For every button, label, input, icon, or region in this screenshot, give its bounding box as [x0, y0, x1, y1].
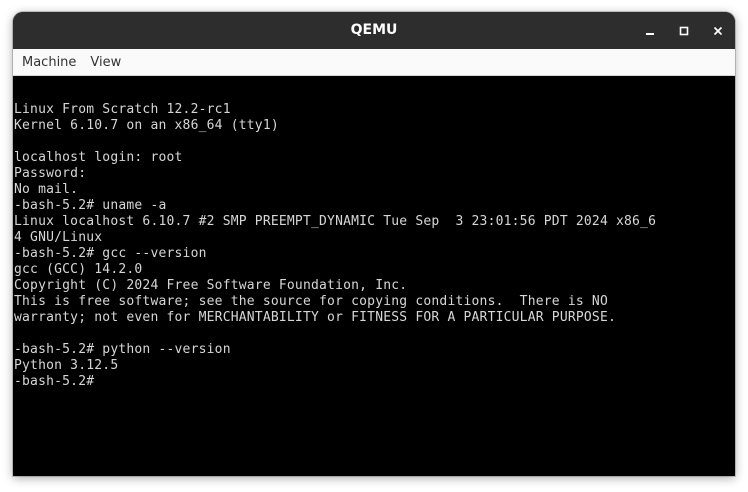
close-button[interactable]	[701, 12, 735, 49]
console-line: Kernel 6.10.7 on an x86_64 (tty1)	[14, 118, 279, 133]
console-line: Password:	[14, 166, 87, 181]
console-line: Linux localhost 6.10.7 #2 SMP PREEMPT_DY…	[14, 214, 657, 229]
minimize-icon	[646, 32, 654, 35]
menu-bar: Machine View	[13, 49, 735, 76]
console-line: -bash-5.2# gcc --version	[14, 246, 207, 261]
console-line: gcc (GCC) 14.2.0	[14, 262, 143, 277]
maximize-icon	[679, 26, 689, 35]
console-line: This is free software; see the source fo…	[14, 294, 608, 309]
console-text: Linux From Scratch 12.2-rc1 Kernel 6.10.…	[14, 102, 656, 390]
console-line: No mail.	[14, 182, 79, 197]
console-line: Python 3.12.5	[14, 358, 119, 373]
qemu-window: QEMU Machine View Linux From Scratch 12.…	[13, 12, 735, 476]
window-controls	[633, 12, 735, 49]
window-title: QEMU	[350, 22, 398, 38]
console-line: Copyright (C) 2024 Free Software Foundat…	[14, 278, 408, 293]
console-line: -bash-5.2# uname -a	[14, 198, 167, 213]
minimize-button[interactable]	[633, 12, 667, 49]
console-line: -bash-5.2# python --version	[14, 342, 231, 357]
maximize-button[interactable]	[667, 12, 701, 49]
vm-console[interactable]: Linux From Scratch 12.2-rc1 Kernel 6.10.…	[13, 76, 735, 476]
menu-machine[interactable]: Machine	[15, 51, 83, 74]
console-line: localhost login: root	[14, 150, 183, 165]
title-bar[interactable]: QEMU	[13, 12, 735, 49]
console-line: Linux From Scratch 12.2-rc1	[14, 102, 231, 117]
console-line: warranty; not even for MERCHANTABILITY o…	[14, 310, 616, 325]
close-icon	[713, 26, 723, 35]
console-line: -bash-5.2#	[14, 374, 95, 389]
menu-view[interactable]: View	[83, 51, 128, 74]
console-line: 4 GNU/Linux	[14, 230, 103, 245]
